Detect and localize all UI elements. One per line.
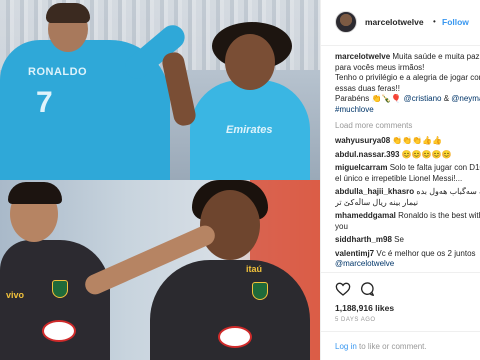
cbf-badge [252,282,268,300]
caption-line-3: Tenho o privilégio e a alegria de jogar … [335,73,480,82]
comment-username[interactable]: wahyusurya08 [335,136,390,145]
comment-username[interactable]: mhameddgamal [335,211,396,220]
comment-username[interactable]: valentimj7 [335,249,374,258]
photo-top-real-madrid: RONALDO 7 Emirates [0,0,320,180]
comment-item: mhameddgamal Ronaldo is the best with yo… [335,211,480,232]
jersey-number: 7 [36,86,53,119]
comment-text: Vc é melhor que os 2 juntos [376,248,476,258]
player-neymar [0,240,110,360]
comment-icon[interactable] [359,281,375,297]
comment-item: siddharth_m98 Se [335,235,480,246]
itau-logo: itaú [246,264,263,274]
likes-count[interactable]: 1,188,916 likes [335,303,394,313]
comment-username[interactable]: miguelcarram [335,163,387,172]
comment-item: abdulla_hajii_khasro نه سەگباب هەول بدە … [335,187,480,208]
comment-text: 😊😊😊😊😊 [401,149,452,159]
comment-item: abdul.nassar.393 😊😊😊😊😊 [335,150,480,161]
caption-amp: & [441,94,452,103]
post-header: marcelotwelve • Follow [321,0,480,46]
guarana-logo-left [42,320,76,342]
login-prompt: Log in to like or comment. [321,331,480,360]
ronaldo-hair [46,3,90,23]
hashtag-muchlove[interactable]: #muchlove [335,105,374,114]
comment-mention[interactable]: @marcelotwelve [335,259,480,270]
caption-line-1: Muita saúde e muita paz [392,52,480,61]
comment-text: Solo te falta jugar con D10S [389,163,480,172]
comment-text-cont: you [335,221,348,231]
comment-username[interactable]: abdul.nassar.393 [335,150,399,159]
post-timestamp: 5 DAYS AGO [335,317,376,323]
heart-icon[interactable] [335,281,351,297]
jersey-sponsor: Emirates [226,124,273,136]
header-username[interactable]: marcelotwelve [365,17,424,27]
post-caption: marcelotwelve Muita saúde e muita paz pa… [335,52,480,115]
avatar[interactable] [335,11,357,33]
comment-text: Ronaldo is the best with [398,211,480,220]
neymar-hair [8,182,62,204]
login-link[interactable]: Log in [335,342,357,351]
caption-line-5: Parabéns 👏🍾🎈 [335,94,404,103]
comment-text: Se [394,235,404,244]
separator-dot: • [433,17,436,26]
cbf-badge-left [52,280,68,298]
mention-cristiano[interactable]: @cristiano [404,94,442,103]
comment-username[interactable]: siddharth_m98 [335,235,392,244]
marcelo-brazil-head [200,190,260,260]
comment-item: miguelcarram Solo te falta jugar con D10… [335,163,480,184]
guarana-logo [218,326,252,348]
load-more-comments-button[interactable]: Load more comments [335,121,480,130]
comment-text-cont: el único e irrepetible Lionel Messi!... [335,173,463,183]
comments-list[interactable]: marcelotwelve Muita saúde e muita paz pa… [335,52,480,270]
comment-item: wahyusurya08 👏👏👏👍👍 [335,136,480,147]
photo-bottom-brazil: vivo itaú [0,180,320,360]
comment-text-cont: نیمار بینە ریال ساڵەکێ تر [335,197,419,207]
comment-username[interactable]: abdulla_hajii_khasro [335,187,414,196]
vivo-logo: vivo [6,290,25,300]
jersey-name: RONALDO [28,66,88,78]
login-rest: to like or comment. [356,342,427,351]
mention-neymarjr[interactable]: @neymarjr [451,94,480,103]
follow-button[interactable]: Follow [442,17,469,27]
post-sidebar: marcelotwelve • Follow marcelotwelve Mui… [320,0,480,360]
caption-line-4: essas duas feras!! [335,83,400,93]
marcelo-head [225,34,275,90]
caption-username[interactable]: marcelotwelve [335,52,390,61]
login-text: Log in to like or comment. [335,342,427,351]
comment-text: نه سەگباب هەول بدە [416,187,480,196]
caption-line-2: para vocês meus irmãos! [335,62,425,72]
post-photo[interactable]: RONALDO 7 Emirates vivo itaú [0,0,320,360]
instagram-post-page: RONALDO 7 Emirates vivo itaú marcelotwel… [0,0,480,360]
comment-text: 👏👏👏👍👍 [392,136,443,145]
comment-item: valentimj7 Vc é melhor que os 2 juntos @… [335,249,480,270]
post-actions: 1,188,916 likes 5 DAYS AGO Log in to lik… [321,272,480,360]
